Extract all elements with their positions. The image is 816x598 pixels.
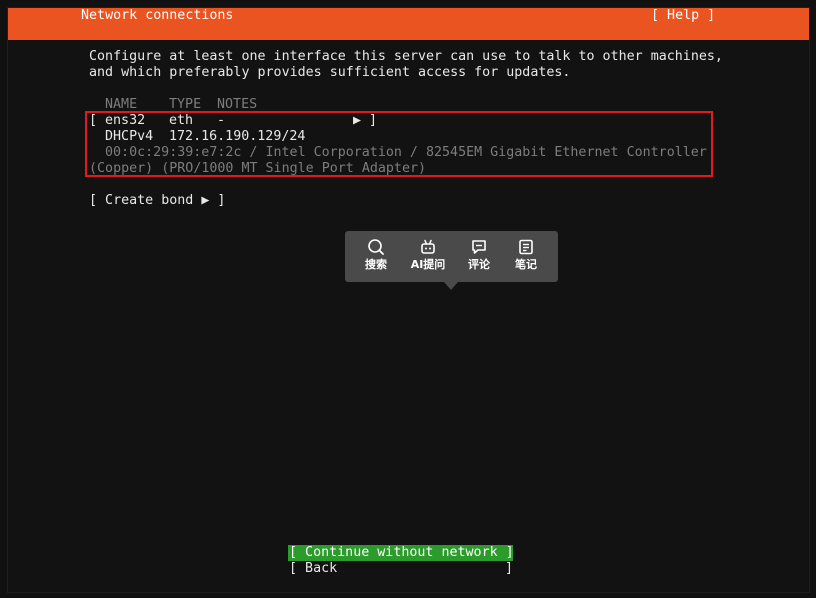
popup-search-button[interactable]: 搜索 [353, 237, 399, 277]
popup-ai-button[interactable]: AI提问 [405, 237, 451, 277]
hardware-info-line-1: 00:0c:29:39:e7:2c / Intel Corporation / … [105, 145, 707, 160]
back-button-close-bracket: ] [505, 561, 514, 576]
installer-screen [7, 7, 810, 593]
back-button[interactable]: [ Back [289, 561, 337, 577]
ip-address: 172.16.190.129/24 [169, 129, 306, 144]
row-close-bracket: ] [369, 113, 378, 128]
popup-ai-label: AI提问 [410, 258, 446, 271]
page-title: Network connections [81, 8, 234, 23]
row-open-bracket: [ [89, 113, 98, 128]
intro-line-1: Configure at least one interface this se… [89, 49, 723, 64]
interface-type: eth [169, 113, 194, 128]
help-button[interactable]: [ Help ] [651, 8, 715, 24]
search-icon [368, 239, 384, 255]
ai-robot-icon [421, 239, 435, 254]
popup-comment-button[interactable]: 评论 [456, 237, 502, 277]
create-bond-button[interactable]: [ Create bond ▶ ] [89, 193, 225, 209]
popup-pointer [444, 282, 458, 290]
selection-popup-toolbar: 搜索 AI提问 评论 笔记 [345, 231, 558, 282]
popup-note-label: 笔记 [515, 258, 537, 271]
interface-name: ens32 [105, 113, 146, 128]
popup-search-label: 搜索 [365, 258, 387, 271]
comment-icon [472, 240, 486, 254]
note-icon [519, 239, 533, 255]
intro-line-2: and which preferably provides sufficient… [89, 65, 571, 80]
interface-notes: - [217, 113, 226, 128]
hardware-info-line-2: (Copper) (PRO/1000 MT Single Port Adapte… [89, 161, 427, 176]
dhcp-label: DHCPv4 [105, 129, 154, 144]
continue-without-network-label: [ Continue without network ] [289, 545, 514, 560]
interface-menu-arrow-icon[interactable]: ▶ [353, 113, 361, 129]
popup-comment-label: 评论 [468, 258, 490, 271]
popup-note-button[interactable]: 笔记 [503, 237, 549, 277]
